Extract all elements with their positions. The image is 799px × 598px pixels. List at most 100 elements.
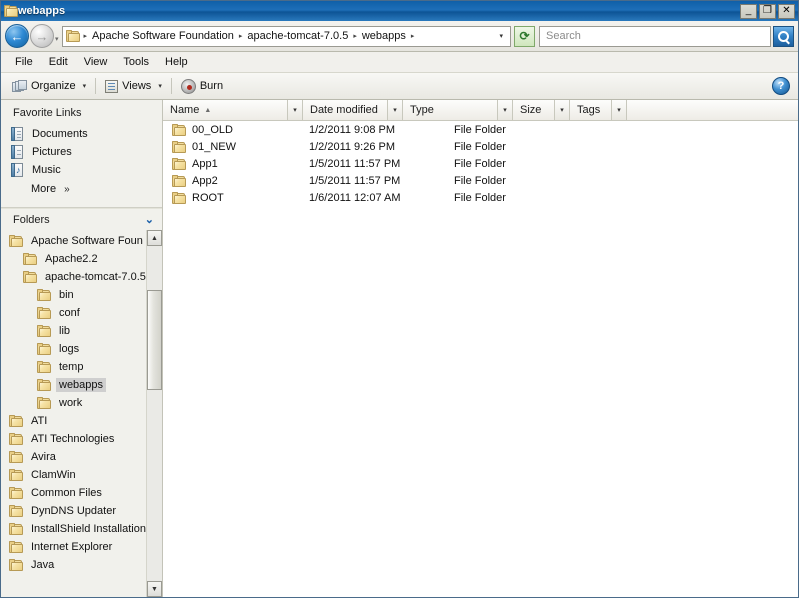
search-input[interactable] <box>544 29 766 43</box>
search-button[interactable] <box>773 25 794 47</box>
burn-button[interactable]: Burn <box>176 77 228 96</box>
tree-node[interactable]: bin <box>1 286 146 304</box>
breadcrumb-separator-2[interactable]: ▸ <box>351 32 359 40</box>
scroll-down-button[interactable]: ▼ <box>147 581 162 597</box>
column-dropdown-icon[interactable]: ▾ <box>287 100 302 120</box>
tree-node[interactable]: Avira <box>1 448 146 466</box>
documents-icon <box>11 127 25 141</box>
breadcrumb-separator-0[interactable]: ▸ <box>82 32 90 40</box>
file-row[interactable]: 00_OLD 1/2/2011 9:08 PM File Folder <box>163 121 798 138</box>
forward-button[interactable]: → <box>30 24 54 48</box>
tree-node[interactable]: ClamWin <box>1 466 146 484</box>
close-button[interactable]: ✕ <box>778 3 795 19</box>
favorite-item-documents[interactable]: Documents <box>1 125 162 143</box>
folder-icon <box>172 191 186 204</box>
folder-tree-scrollbar[interactable]: ▲ ▼ <box>146 230 162 597</box>
column-header-label: Size <box>520 104 542 116</box>
tree-node-label: work <box>59 397 83 409</box>
file-name-cell: 00_OLD <box>163 123 303 136</box>
column-header-label: Type <box>410 104 434 116</box>
favorite-more-button[interactable]: More » <box>1 179 162 199</box>
column-header[interactable]: Name ▲ ▾ <box>163 100 303 120</box>
address-dropdown-icon[interactable]: ▾ <box>494 32 508 40</box>
column-dropdown-icon[interactable]: ▾ <box>497 100 512 120</box>
history-dropdown-icon[interactable]: ▾ <box>55 35 59 43</box>
tree-node[interactable]: Common Files <box>1 484 146 502</box>
tree-node[interactable]: Apache2.2 <box>1 250 146 268</box>
column-header-filler <box>627 100 798 120</box>
menu-view[interactable]: View <box>76 54 116 70</box>
column-dropdown-icon[interactable]: ▾ <box>554 100 569 120</box>
back-button[interactable]: ← <box>5 24 29 48</box>
menu-file[interactable]: File <box>7 54 41 70</box>
folders-header[interactable]: Folders ⌄ <box>1 208 162 230</box>
file-row[interactable]: ROOT 1/6/2011 12:07 AM File Folder <box>163 189 798 206</box>
file-row[interactable]: App1 1/5/2011 11:57 PM File Folder <box>163 155 798 172</box>
menu-edit[interactable]: Edit <box>41 54 76 70</box>
search-box[interactable] <box>539 25 771 47</box>
folder-icon <box>37 361 51 373</box>
folder-tree: Apache Software Foun Apache2.2 apache-tomc… <box>1 230 146 597</box>
breadcrumb-item-2[interactable]: webapps <box>359 28 409 44</box>
minimize-button[interactable]: _ <box>740 3 757 19</box>
folder-icon <box>37 289 51 301</box>
tree-node[interactable]: DynDNS Updater <box>1 502 146 520</box>
column-header[interactable]: Tags ▾ <box>570 100 627 120</box>
chevron-down-icon[interactable]: ⌄ <box>145 213 154 226</box>
address-bar[interactable]: ▸ Apache Software Foundation ▸ apache-to… <box>61 25 511 47</box>
folder-icon <box>9 469 23 481</box>
column-header[interactable]: Type ▾ <box>403 100 513 120</box>
tree-node[interactable]: apache-tomcat-7.0.5 <box>1 268 146 286</box>
file-date-cell: 1/5/2011 11:57 PM <box>309 174 401 187</box>
views-icon <box>105 79 119 93</box>
folder-icon <box>9 415 23 427</box>
tree-node[interactable]: lib <box>1 322 146 340</box>
tree-node[interactable]: ATI Technologies <box>1 430 146 448</box>
folder-icon <box>37 397 51 409</box>
tree-node[interactable]: Java <box>1 556 146 574</box>
tree-node[interactable]: InstallShield Installation <box>1 520 146 538</box>
help-icon: ? <box>772 77 790 95</box>
tree-node[interactable]: webapps <box>1 376 146 394</box>
column-dropdown-icon[interactable]: ▾ <box>387 100 402 120</box>
column-dropdown-icon[interactable]: ▾ <box>611 100 626 120</box>
folder-icon <box>37 343 51 355</box>
breadcrumb-item-1[interactable]: apache-tomcat-7.0.5 <box>244 28 351 44</box>
scroll-track[interactable] <box>147 246 162 581</box>
folder-icon <box>9 505 23 517</box>
breadcrumb-item-0[interactable]: Apache Software Foundation <box>89 28 237 44</box>
search-icon <box>778 30 789 42</box>
breadcrumb-separator-3[interactable]: ▸ <box>409 32 417 40</box>
refresh-button[interactable]: ⟳ <box>514 25 535 47</box>
scroll-thumb[interactable] <box>147 290 162 390</box>
column-header[interactable]: Size ▾ <box>513 100 570 120</box>
tree-node[interactable]: logs <box>1 340 146 358</box>
favorite-item-music[interactable]: ♪ Music <box>1 161 162 179</box>
folders-title: Folders <box>13 213 50 226</box>
tree-node-label: Java <box>31 559 55 571</box>
column-header[interactable]: Date modified ▾ <box>303 100 403 120</box>
favorite-item-pictures[interactable]: Pictures <box>1 143 162 161</box>
tree-node[interactable]: conf <box>1 304 146 322</box>
tree-node[interactable]: temp <box>1 358 146 376</box>
views-button[interactable]: Views ▾ <box>100 78 167 95</box>
tree-node[interactable]: Internet Explorer <box>1 538 146 556</box>
breadcrumb-separator-1[interactable]: ▸ <box>237 32 245 40</box>
organize-button[interactable]: Organize ▾ <box>7 77 91 95</box>
scroll-up-button[interactable]: ▲ <box>147 230 162 246</box>
file-row[interactable]: 01_NEW 1/2/2011 9:26 PM File Folder <box>163 138 798 155</box>
maximize-button[interactable]: ❐ <box>759 3 776 19</box>
column-header-row: Name ▲ ▾ Date modified ▾ Type ▾ Size ▾ Tags ▾ <box>163 100 798 121</box>
tree-node[interactable]: work <box>1 394 146 412</box>
column-header-label: Date modified <box>310 104 378 116</box>
column-header-label: Tags <box>577 104 601 116</box>
menu-tools[interactable]: Tools <box>115 54 157 70</box>
chevron-right-double-icon: » <box>64 183 69 195</box>
tree-node[interactable]: ATI <box>1 412 146 430</box>
help-button[interactable]: ? <box>770 75 792 97</box>
menu-help[interactable]: Help <box>157 54 196 70</box>
tree-node[interactable]: Apache Software Foun <box>1 232 146 250</box>
folder-icon <box>172 123 186 136</box>
file-row[interactable]: App2 1/5/2011 11:57 PM File Folder <box>163 172 798 189</box>
command-toolbar: Organize ▾ Views ▾ Burn ? <box>1 73 798 100</box>
